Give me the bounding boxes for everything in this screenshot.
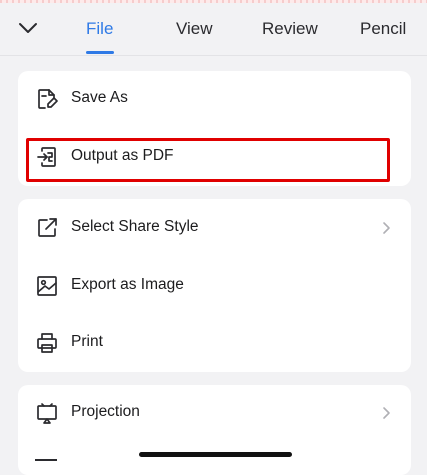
projection-icon bbox=[35, 401, 59, 425]
tabbar-divider bbox=[0, 55, 427, 56]
menu-item-label: Export as Image bbox=[71, 276, 184, 293]
menu-group-share: Select Share Style Export as Image Print bbox=[18, 199, 411, 372]
tab-view[interactable]: View bbox=[176, 19, 213, 39]
chevron-right-icon bbox=[381, 406, 391, 420]
menu-item-projection[interactable]: Projection bbox=[18, 389, 411, 437]
partial-next-item-icon bbox=[35, 459, 57, 461]
home-indicator bbox=[139, 452, 292, 457]
highlight-box bbox=[26, 138, 390, 182]
menu-group-projection: Projection bbox=[18, 385, 411, 475]
chevron-right-icon bbox=[381, 221, 391, 235]
active-tab-indicator bbox=[86, 51, 114, 54]
tab-bar: File View Review Pencil bbox=[0, 3, 427, 55]
menu-item-label: Save As bbox=[71, 89, 128, 106]
menu-item-print[interactable]: Print bbox=[18, 319, 411, 367]
save-as-icon bbox=[35, 87, 59, 111]
share-icon bbox=[35, 216, 59, 240]
menu-item-select-share-style[interactable]: Select Share Style bbox=[18, 204, 411, 252]
menu-item-label: Projection bbox=[71, 403, 140, 420]
menu-item-export-image[interactable]: Export as Image bbox=[18, 262, 411, 310]
printer-icon bbox=[35, 331, 59, 355]
tab-file[interactable]: File bbox=[86, 19, 113, 39]
menu-item-label: Select Share Style bbox=[71, 218, 199, 235]
collapse-chevron-icon[interactable] bbox=[16, 16, 40, 40]
menu-item-save-as[interactable]: Save As bbox=[18, 75, 411, 123]
image-icon bbox=[35, 274, 59, 298]
tab-pencil[interactable]: Pencil bbox=[360, 19, 406, 39]
tab-review[interactable]: Review bbox=[262, 19, 318, 39]
menu-item-label: Print bbox=[71, 333, 103, 350]
